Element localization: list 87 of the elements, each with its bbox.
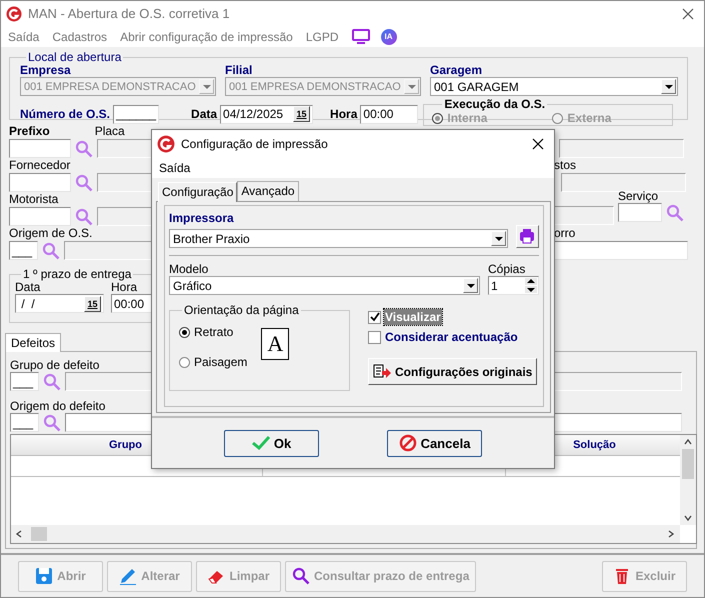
reset-button[interactable]: Configurações originais: [368, 358, 538, 385]
search-icon[interactable]: [43, 372, 61, 390]
order-number-field[interactable]: ______: [113, 104, 160, 124]
menu-item[interactable]: Saída: [8, 30, 40, 44]
tab[interactable]: Defeitos: [5, 333, 62, 352]
date-field[interactable]: 04/12/2025 15: [220, 104, 314, 124]
field-label: Data: [191, 108, 218, 120]
checkbox-option[interactable]: Visualizar: [368, 309, 538, 325]
field-label: Prefixo: [9, 125, 50, 139]
printer-dropdown[interactable]: Brother Praxio: [169, 229, 508, 248]
field-label: Origem do defeito: [10, 400, 106, 413]
dialog-button[interactable]: Ok: [224, 430, 319, 456]
close-icon[interactable]: [532, 138, 544, 150]
logo-icon: [157, 135, 175, 153]
calendar-button[interactable]: 15: [84, 296, 101, 312]
page-preview: A: [261, 328, 290, 360]
model-dropdown[interactable]: Gráfico: [169, 276, 480, 295]
check-icon: [370, 312, 380, 322]
field-label: Impressora: [169, 212, 235, 225]
field-label: Cópias: [488, 263, 526, 276]
field-label: Empresa: [20, 64, 72, 77]
radio-button[interactable]: [179, 326, 190, 338]
close-icon[interactable]: [682, 8, 694, 20]
field-label: Fornecedor: [9, 159, 70, 173]
search-icon[interactable]: [666, 204, 684, 222]
field-label: orro: [554, 227, 576, 241]
search-icon: [292, 567, 310, 585]
code-field[interactable]: ___: [10, 372, 39, 391]
tab[interactable]: Configuração: [158, 182, 238, 202]
checkmark-icon: [252, 436, 270, 450]
field-label: Número de O.S.: [20, 108, 110, 120]
horizontal-scrollbar[interactable]: [11, 525, 680, 543]
scrollbar-thumb[interactable]: [31, 527, 47, 541]
field-label: Data: [15, 281, 42, 294]
text-field[interactable]: [554, 241, 688, 260]
search-icon[interactable]: [75, 140, 93, 158]
date-field[interactable]: / / 15: [15, 294, 104, 313]
window-title: MAN - Abertura de O.S. corretiva 1: [28, 6, 231, 21]
group-title: 1 º prazo de entrega: [22, 267, 132, 281]
group-title: Local de abertura: [27, 50, 122, 64]
document-arrow-icon: [373, 364, 391, 380]
field-label: Grupo de defeito: [10, 359, 100, 372]
tab[interactable]: Avançado: [237, 181, 299, 201]
calendar-button[interactable]: 15: [293, 106, 310, 122]
field-label: Filial: [225, 64, 254, 77]
printer-button[interactable]: [516, 225, 539, 248]
pencil-icon: [119, 567, 138, 585]
logo-icon: [6, 6, 22, 22]
vertical-scrollbar[interactable]: [680, 435, 696, 525]
ai-badge[interactable]: IA: [380, 28, 397, 44]
radio-button[interactable]: [179, 356, 190, 368]
menu-item[interactable]: Abrir configuração de impressão: [120, 30, 293, 44]
menu-item[interactable]: Cadastros: [52, 30, 108, 44]
monitor-icon[interactable]: [352, 29, 370, 44]
group-title: Orientação da página: [183, 303, 300, 317]
dialog-title: Configuração de impressão: [181, 137, 329, 151]
field-label: Serviço: [618, 190, 660, 203]
service-field[interactable]: [618, 203, 662, 222]
field-label: Placa: [94, 125, 125, 139]
code-field[interactable]: ___: [9, 241, 38, 260]
search-icon[interactable]: [43, 414, 61, 432]
code-field[interactable]: [9, 173, 71, 192]
menu-item[interactable]: LGPD: [306, 30, 339, 44]
code-field[interactable]: ___: [10, 413, 39, 432]
code-field[interactable]: [9, 207, 71, 226]
radio-label[interactable]: Paisagem: [194, 355, 248, 369]
field-label: Garagem: [430, 64, 484, 77]
field-label: stos: [554, 159, 576, 173]
prohibited-icon: [398, 434, 417, 452]
field-label: Modelo: [169, 263, 210, 276]
checkbox-option[interactable]: Considerar acentuação: [368, 329, 538, 345]
group-title: Execução da O.S.: [443, 97, 546, 111]
copies-spinner[interactable]: 1: [488, 276, 539, 295]
scrollbar-thumb[interactable]: [682, 449, 694, 479]
radio-label[interactable]: Retrato: [194, 325, 234, 339]
search-icon[interactable]: [42, 242, 60, 260]
field-label: Hora: [111, 281, 138, 294]
search-icon[interactable]: [75, 208, 93, 226]
field-label: Hora: [330, 108, 358, 120]
dialog-button[interactable]: Cancela: [387, 430, 482, 456]
search-icon[interactable]: [75, 174, 93, 192]
code-field[interactable]: [9, 139, 71, 158]
field-label: Origem de O.S.: [9, 227, 92, 241]
garage-dropdown[interactable]: 001 GARAGEM: [430, 77, 678, 96]
field-label: Motorista: [9, 193, 58, 207]
menu-item[interactable]: Saída: [159, 161, 190, 175]
time-field[interactable]: 00:00: [360, 104, 418, 124]
